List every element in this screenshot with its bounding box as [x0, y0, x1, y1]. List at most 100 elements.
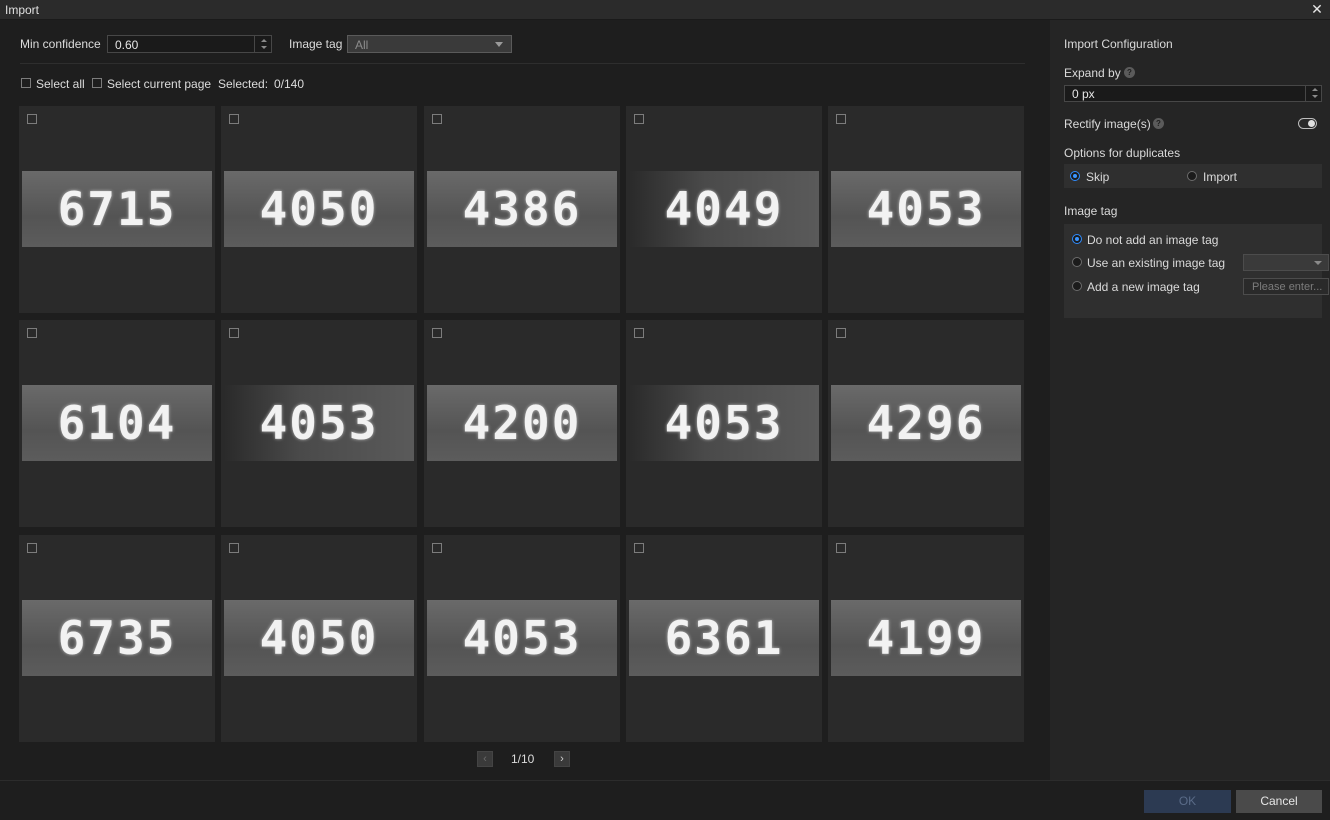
spin-down-icon[interactable]	[1312, 95, 1318, 98]
ocr-digits: 4199	[866, 611, 986, 665]
expand-by-label: Expand by	[1064, 66, 1121, 80]
help-icon[interactable]: ?	[1124, 67, 1135, 78]
image-tag-filter-select[interactable]: All	[347, 35, 512, 53]
ocr-digits: 4386	[462, 182, 582, 236]
ocr-digits: 6361	[664, 611, 784, 665]
toggle-knob	[1308, 120, 1315, 127]
close-icon[interactable]: ✕	[1310, 1, 1324, 17]
next-page-button[interactable]: ›	[554, 751, 570, 767]
image-checkbox[interactable]	[27, 328, 37, 338]
import-label[interactable]: Import	[1203, 170, 1237, 184]
ocr-image-thumbnail: 4053	[427, 600, 617, 676]
spin-up-icon[interactable]	[1312, 88, 1318, 91]
image-checkbox[interactable]	[432, 328, 442, 338]
ocr-image-thumbnail: 6361	[629, 600, 819, 676]
image-card[interactable]: 4296	[828, 320, 1024, 527]
image-checkbox[interactable]	[229, 328, 239, 338]
image-card[interactable]: 4053	[626, 320, 822, 527]
image-card[interactable]: 6735	[19, 535, 215, 742]
import-radio[interactable]	[1187, 171, 1197, 181]
ocr-image-thumbnail: 4296	[831, 385, 1021, 461]
image-checkbox[interactable]	[432, 543, 442, 553]
spin-up-icon[interactable]	[261, 39, 267, 42]
rectify-toggle[interactable]	[1298, 118, 1317, 129]
prev-page-button[interactable]: ‹	[477, 751, 493, 767]
new-tag-radio[interactable]	[1072, 281, 1082, 291]
image-card[interactable]: 6104	[19, 320, 215, 527]
divider	[20, 63, 1025, 64]
ocr-digits: 4053	[664, 396, 784, 450]
image-card[interactable]: 4050	[221, 106, 417, 313]
select-current-page-label[interactable]: Select current page	[107, 77, 211, 91]
ocr-image-thumbnail: 4053	[629, 385, 819, 461]
ocr-digits: 4200	[462, 396, 582, 450]
no-tag-label[interactable]: Do not add an image tag	[1087, 233, 1218, 247]
ocr-digits: 6735	[57, 611, 177, 665]
spin-arrows[interactable]	[254, 36, 271, 52]
new-tag-field[interactable]	[1243, 278, 1329, 295]
image-card[interactable]: 4199	[828, 535, 1024, 742]
ok-button[interactable]: OK	[1144, 790, 1231, 813]
ocr-digits: 4050	[259, 611, 379, 665]
ocr-image-thumbnail: 4050	[224, 171, 414, 247]
spin-arrows[interactable]	[1305, 86, 1321, 101]
ocr-digits: 4050	[259, 182, 379, 236]
import-configuration-panel: Import Configuration Expand by ? 0 px Re…	[1050, 20, 1330, 780]
new-tag-input[interactable]	[1244, 279, 1328, 294]
expand-by-value: 0 px	[1072, 87, 1095, 101]
new-tag-label[interactable]: Add a new image tag	[1087, 280, 1200, 294]
select-all-checkbox[interactable]	[21, 78, 31, 88]
image-checkbox[interactable]	[229, 114, 239, 124]
ocr-image-thumbnail: 4386	[427, 171, 617, 247]
image-card[interactable]: 4053	[221, 320, 417, 527]
image-card[interactable]: 6361	[626, 535, 822, 742]
cancel-button[interactable]: Cancel	[1236, 790, 1322, 813]
dialog-footer: OK Cancel	[0, 780, 1330, 820]
existing-tag-label[interactable]: Use an existing image tag	[1087, 256, 1225, 270]
duplicates-label: Options for duplicates	[1064, 146, 1181, 160]
image-checkbox[interactable]	[836, 328, 846, 338]
ocr-digits: 4053	[259, 396, 379, 450]
ocr-digits: 4053	[462, 611, 582, 665]
help-icon[interactable]: ?	[1153, 118, 1164, 129]
image-checkbox[interactable]	[229, 543, 239, 553]
existing-tag-select[interactable]	[1243, 254, 1329, 271]
spin-down-icon[interactable]	[261, 46, 267, 49]
image-checkbox[interactable]	[27, 543, 37, 553]
ocr-image-thumbnail: 6735	[22, 600, 212, 676]
image-tag-options: Do not add an image tag Use an existing …	[1064, 224, 1329, 318]
expand-by-spinbox[interactable]: 0 px	[1064, 85, 1322, 102]
no-tag-radio[interactable]	[1072, 234, 1082, 244]
ocr-image-thumbnail: 4049	[629, 171, 819, 247]
ocr-digits: 4053	[866, 182, 986, 236]
config-title: Import Configuration	[1064, 37, 1173, 51]
ocr-image-thumbnail: 4200	[427, 385, 617, 461]
min-confidence-spinbox[interactable]: 0.60	[107, 35, 272, 53]
image-card[interactable]: 4200	[424, 320, 620, 527]
image-checkbox[interactable]	[634, 114, 644, 124]
image-checkbox[interactable]	[634, 543, 644, 553]
chevron-down-icon	[495, 42, 503, 47]
image-checkbox[interactable]	[836, 543, 846, 553]
image-checkbox[interactable]	[27, 114, 37, 124]
image-card[interactable]: 4049	[626, 106, 822, 313]
select-all-label[interactable]: Select all	[36, 77, 85, 91]
existing-tag-radio[interactable]	[1072, 257, 1082, 267]
ocr-image-thumbnail: 4050	[224, 600, 414, 676]
selected-count: 0/140	[274, 77, 305, 91]
image-checkbox[interactable]	[634, 328, 644, 338]
min-confidence-label: Min confidence	[20, 37, 101, 51]
image-card[interactable]: 4053	[424, 535, 620, 742]
image-checkbox[interactable]	[836, 114, 846, 124]
image-card[interactable]: 6715	[19, 106, 215, 313]
title-bar: Import ✕	[0, 0, 1330, 20]
image-card[interactable]: 4386	[424, 106, 620, 313]
select-current-page-checkbox[interactable]	[92, 78, 102, 88]
image-card[interactable]: 4053	[828, 106, 1024, 313]
ocr-image-thumbnail: 4053	[224, 385, 414, 461]
image-card[interactable]: 4050	[221, 535, 417, 742]
skip-label[interactable]: Skip	[1086, 170, 1109, 184]
skip-radio[interactable]	[1070, 171, 1080, 181]
image-checkbox[interactable]	[432, 114, 442, 124]
image-tag-section-title: Image tag	[1064, 204, 1118, 218]
